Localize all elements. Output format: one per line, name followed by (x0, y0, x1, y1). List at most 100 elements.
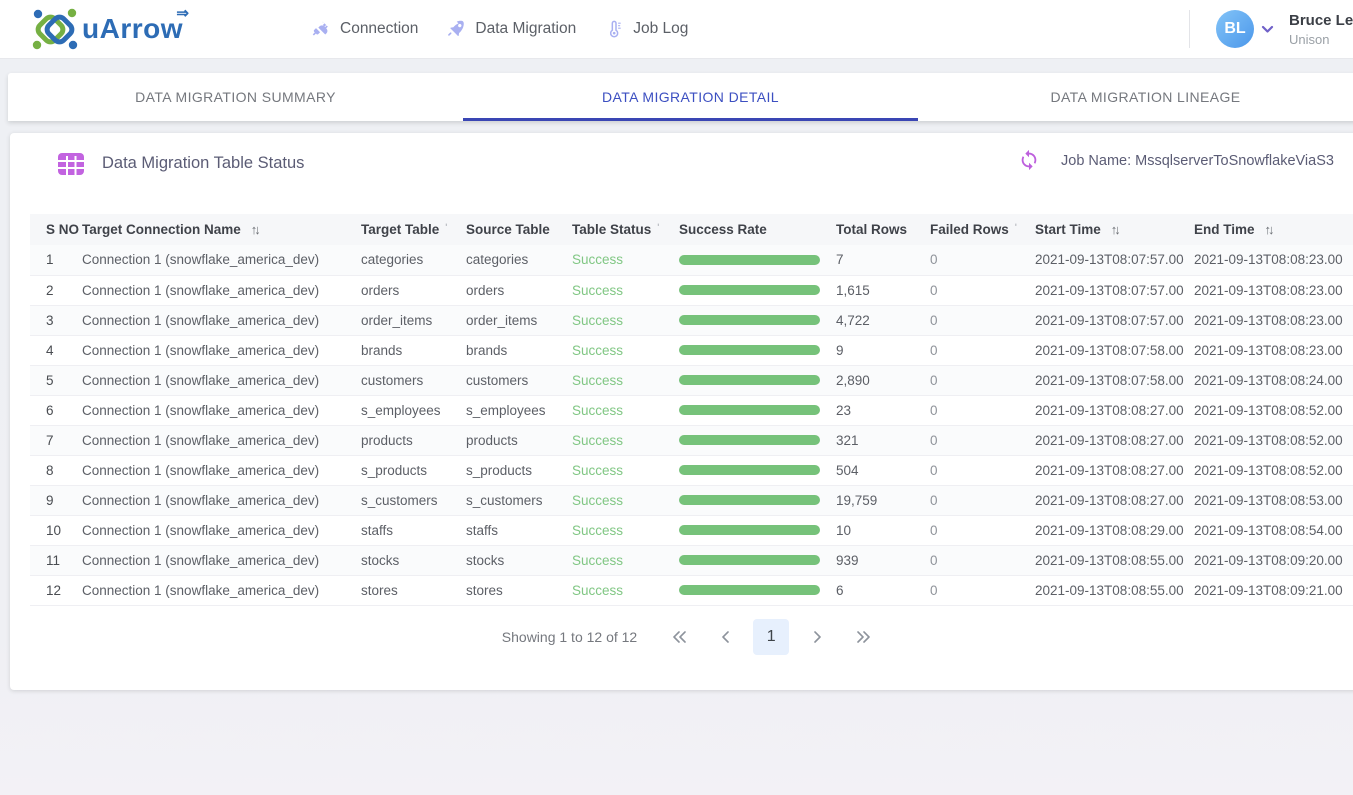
cell-source-table: stocks (466, 545, 572, 575)
cell-failed-rows: 0 (930, 515, 1035, 545)
cell-end-time: 2021-09-13T08:08:52.00 (1194, 395, 1353, 425)
col-target-table: Target Tableʹ (361, 214, 466, 245)
panel-title: Data Migration Table Status (102, 154, 304, 173)
table-header: S NO Target Connection Name↑↓ Target Tab… (30, 214, 1353, 245)
success-rate-track (679, 435, 820, 445)
cell-start-time: 2021-09-13T08:08:55.00 (1035, 545, 1194, 575)
page-number-button[interactable]: 1 (753, 619, 789, 655)
cell-target-table: order_items (361, 305, 466, 335)
nav-item-data-migration[interactable]: Data Migration (446, 19, 576, 39)
cell-total-rows: 23 (836, 395, 930, 425)
cell-failed-rows: 0 (930, 275, 1035, 305)
cell-success-rate (679, 575, 836, 605)
cell-start-time: 2021-09-13T08:08:27.00 (1035, 485, 1194, 515)
cell-target-table: s_employees (361, 395, 466, 425)
cell-total-rows: 6 (836, 575, 930, 605)
sort-icon[interactable]: ʹ (1015, 222, 1017, 232)
success-rate-bar (679, 375, 820, 385)
cell-s-no: 8 (30, 455, 82, 485)
nav-label-connection: Connection (340, 20, 418, 38)
cell-failed-rows: 0 (930, 455, 1035, 485)
cell-end-time: 2021-09-13T08:08:53.00 (1194, 485, 1353, 515)
cell-table-status: Success (572, 275, 679, 305)
success-rate-bar (679, 585, 820, 595)
cell-failed-rows: 0 (930, 335, 1035, 365)
chevron-down-icon[interactable] (1261, 25, 1274, 34)
cell-success-rate (679, 365, 836, 395)
table-row: 2 Connection 1 (snowflake_america_dev) o… (30, 275, 1353, 305)
cell-target-connection: Connection 1 (snowflake_america_dev) (82, 575, 361, 605)
cell-start-time: 2021-09-13T08:08:27.00 (1035, 395, 1194, 425)
cell-table-status: Success (572, 245, 679, 275)
col-target-connection-name: Target Connection Name↑↓ (82, 214, 361, 245)
sort-icon[interactable]: ↑↓ (251, 222, 258, 237)
cell-target-table: stocks (361, 545, 466, 575)
nav-item-connection[interactable]: Connection (311, 19, 418, 39)
cell-start-time: 2021-09-13T08:08:29.00 (1035, 515, 1194, 545)
sort-icon[interactable]: ↑↓ (1111, 222, 1118, 237)
cell-start-time: 2021-09-13T08:07:58.00 (1035, 365, 1194, 395)
tab-data-migration-detail[interactable]: DATA MIGRATION DETAIL (463, 73, 918, 121)
cell-start-time: 2021-09-13T08:07:57.00 (1035, 245, 1194, 275)
col-source-table: Source Table (466, 214, 572, 245)
user-org: Unison (1289, 32, 1353, 47)
brand-logo[interactable]: uArrow ⇒ (30, 6, 183, 52)
cell-source-table: orders (466, 275, 572, 305)
migration-status-table: S NO Target Connection Name↑↓ Target Tab… (30, 214, 1353, 606)
nav-item-job-log[interactable]: Job Log (604, 19, 688, 39)
cell-target-table: orders (361, 275, 466, 305)
sort-icon[interactable]: ʹ (445, 222, 447, 232)
next-page-icon[interactable] (799, 619, 835, 655)
cell-s-no: 1 (30, 245, 82, 275)
success-rate-bar (679, 315, 820, 325)
cell-table-status: Success (572, 305, 679, 335)
rocket-icon (446, 19, 466, 39)
cell-s-no: 10 (30, 515, 82, 545)
cell-end-time: 2021-09-13T08:09:20.00 (1194, 545, 1353, 575)
sort-icon[interactable]: ↑↓ (1265, 222, 1272, 237)
cell-total-rows: 1,615 (836, 275, 930, 305)
table-row: 9 Connection 1 (snowflake_america_dev) s… (30, 485, 1353, 515)
cell-s-no: 12 (30, 575, 82, 605)
cell-target-connection: Connection 1 (snowflake_america_dev) (82, 275, 361, 305)
header-divider (1189, 10, 1190, 48)
cell-target-connection: Connection 1 (snowflake_america_dev) (82, 515, 361, 545)
nav-label-job-log: Job Log (633, 20, 688, 38)
cell-s-no: 2 (30, 275, 82, 305)
cell-table-status: Success (572, 425, 679, 455)
tab-bar: DATA MIGRATION SUMMARY DATA MIGRATION DE… (8, 73, 1353, 121)
cell-table-status: Success (572, 335, 679, 365)
cell-failed-rows: 0 (930, 575, 1035, 605)
cell-end-time: 2021-09-13T08:08:23.00 (1194, 305, 1353, 335)
user-area: BL Bruce Le Unison (1189, 0, 1353, 58)
refresh-icon[interactable] (1018, 149, 1040, 171)
prev-page-icon[interactable] (707, 619, 743, 655)
sort-icon[interactable]: ʹ (657, 222, 659, 232)
cell-target-connection: Connection 1 (snowflake_america_dev) (82, 455, 361, 485)
table-container: S NO Target Connection Name↑↓ Target Tab… (30, 214, 1353, 606)
last-page-icon[interactable] (845, 619, 881, 655)
table-row: 7 Connection 1 (snowflake_america_dev) p… (30, 425, 1353, 455)
tab-data-migration-summary[interactable]: DATA MIGRATION SUMMARY (8, 73, 463, 121)
cell-source-table: s_employees (466, 395, 572, 425)
cell-source-table: s_customers (466, 485, 572, 515)
cell-success-rate (679, 335, 836, 365)
cell-success-rate (679, 275, 836, 305)
cell-target-table: s_customers (361, 485, 466, 515)
cell-target-table: products (361, 425, 466, 455)
cell-table-status: Success (572, 485, 679, 515)
success-rate-bar (679, 555, 820, 565)
avatar[interactable]: BL (1216, 10, 1254, 48)
first-page-icon[interactable] (661, 619, 697, 655)
cell-start-time: 2021-09-13T08:08:27.00 (1035, 455, 1194, 485)
success-rate-track (679, 465, 820, 475)
success-rate-bar (679, 255, 820, 265)
success-rate-track (679, 285, 820, 295)
success-rate-bar (679, 405, 820, 415)
cell-s-no: 11 (30, 545, 82, 575)
table-row: 6 Connection 1 (snowflake_america_dev) s… (30, 395, 1353, 425)
user-name: Bruce Le (1289, 12, 1353, 29)
success-rate-bar (679, 525, 820, 535)
cell-total-rows: 19,759 (836, 485, 930, 515)
tab-data-migration-lineage[interactable]: DATA MIGRATION LINEAGE (918, 73, 1353, 121)
